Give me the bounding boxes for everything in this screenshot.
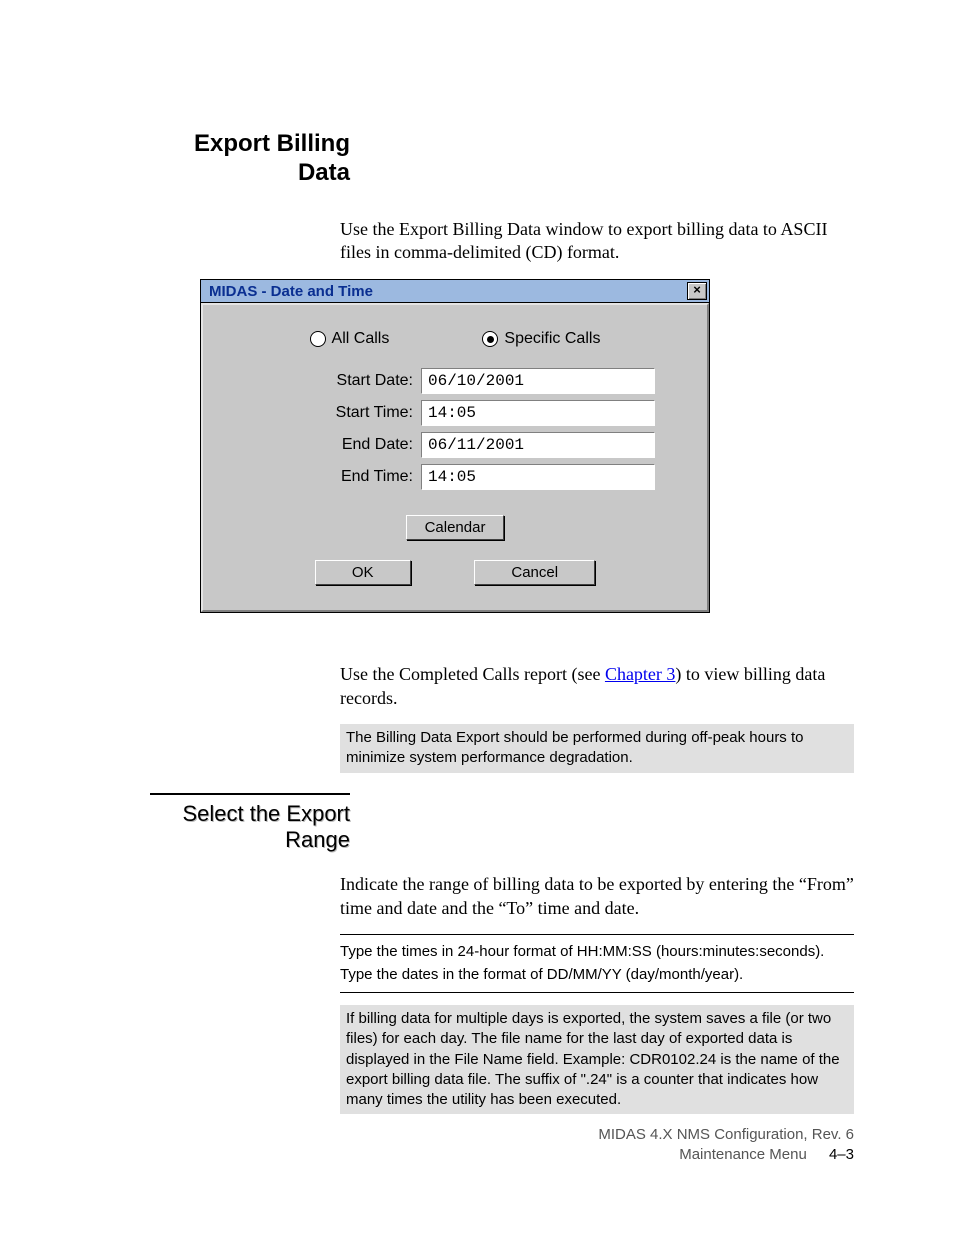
input-end-date[interactable] <box>421 432 655 458</box>
label-start-date: Start Date: <box>273 372 413 390</box>
label-end-date: End Date: <box>273 436 413 454</box>
close-icon[interactable]: × <box>687 282 707 300</box>
radio-group-call-type: All Calls Specific Calls <box>233 325 677 368</box>
radio-icon <box>482 331 498 347</box>
tip-time-format: Type the times in 24-hour format of HH:M… <box>340 941 854 964</box>
paragraph-range-intro: Indicate the range of billing data to be… <box>340 873 854 920</box>
paragraph-completed-calls: Use the Completed Calls report (see Chap… <box>340 663 854 710</box>
radio-icon <box>310 331 326 347</box>
intro-paragraph: Use the Export Billing Data window to ex… <box>340 218 854 265</box>
heading-export-billing-data: Export Billing Data <box>150 130 350 188</box>
input-end-time[interactable] <box>421 464 655 490</box>
row-start-date: Start Date: <box>273 368 677 394</box>
dialog-date-and-time: MIDAS - Date and Time × All Calls Specif… <box>200 279 710 613</box>
heading-select-export-range: Select the Export Range <box>150 801 350 854</box>
link-chapter-3[interactable]: Chapter 3 <box>605 664 675 684</box>
ok-button[interactable]: OK <box>315 560 411 585</box>
note-filenames: If billing data for multiple days is exp… <box>340 1005 854 1114</box>
footer-section: Maintenance Menu <box>679 1146 807 1163</box>
row-start-time: Start Time: <box>273 400 677 426</box>
form-rows: Start Date: Start Time: End Date: End Ti… <box>273 368 677 490</box>
row-calendar-button: Calendar <box>233 515 677 540</box>
dialog-title: MIDAS - Date and Time <box>209 283 373 300</box>
tip-formats: Type the times in 24-hour format of HH:M… <box>340 934 854 993</box>
radio-label-specific-calls: Specific Calls <box>504 330 600 348</box>
note-offpeak: The Billing Data Export should be perfor… <box>340 724 854 773</box>
calendar-button[interactable]: Calendar <box>406 515 505 540</box>
text: Use the Completed Calls report (see <box>340 664 605 684</box>
row-ok-cancel: OK Cancel <box>233 560 677 585</box>
cancel-button[interactable]: Cancel <box>474 560 595 585</box>
tip-date-format: Type the dates in the format of DD/MM/YY… <box>340 964 854 987</box>
row-end-time: End Time: <box>273 464 677 490</box>
section-rule <box>150 793 350 795</box>
dialog-body: All Calls Specific Calls Start Date: Sta… <box>201 303 709 612</box>
row-end-date: End Date: <box>273 432 677 458</box>
radio-label-all-calls: All Calls <box>332 330 390 348</box>
label-start-time: Start Time: <box>273 404 413 422</box>
radio-all-calls[interactable]: All Calls <box>310 330 390 348</box>
input-start-date[interactable] <box>421 368 655 394</box>
input-start-time[interactable] <box>421 400 655 426</box>
footer-page-number: 4–3 <box>829 1146 854 1163</box>
label-end-time: End Time: <box>273 468 413 486</box>
footer-line1: MIDAS 4.X NMS Configuration, Rev. 6 <box>598 1125 854 1145</box>
dialog-titlebar: MIDAS - Date and Time × <box>201 280 709 303</box>
page-footer: MIDAS 4.X NMS Configuration, Rev. 6 Main… <box>598 1125 854 1166</box>
radio-specific-calls[interactable]: Specific Calls <box>482 330 600 348</box>
